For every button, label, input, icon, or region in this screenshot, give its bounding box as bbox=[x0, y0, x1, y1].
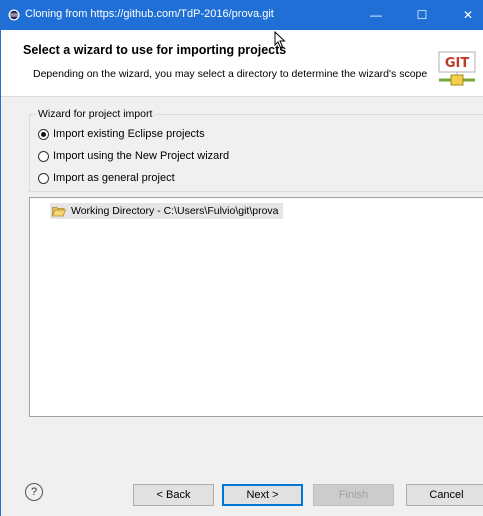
folder-open-icon bbox=[52, 206, 66, 216]
radio-import-new-project-wizard[interactable]: Import using the New Project wizard bbox=[38, 148, 229, 164]
back-button[interactable]: < Back bbox=[133, 484, 214, 506]
eclipse-icon bbox=[8, 9, 20, 21]
radio-import-general-project[interactable]: Import as general project bbox=[38, 170, 175, 186]
mouse-cursor-icon bbox=[274, 31, 286, 49]
group-legend: Wizard for project import bbox=[36, 108, 155, 120]
radio-label: Import existing Eclipse projects bbox=[53, 128, 205, 140]
tree-item-label: Working Directory - C:\Users\Fulvio\git\… bbox=[71, 205, 279, 217]
next-button[interactable]: Next > bbox=[222, 484, 303, 506]
wizard-dialog: Cloning from https://github.com/TdP-2016… bbox=[0, 0, 483, 516]
page-description: Depending on the wizard, you may select … bbox=[33, 68, 428, 80]
radio-label: Import as general project bbox=[53, 172, 175, 184]
wizard-header: Select a wizard to use for importing pro… bbox=[1, 30, 483, 97]
help-button[interactable]: ? bbox=[25, 483, 43, 501]
radio-button-selected[interactable] bbox=[38, 128, 49, 140]
minimize-button[interactable]: — bbox=[354, 0, 398, 30]
title-bar[interactable]: Cloning from https://github.com/TdP-2016… bbox=[1, 0, 483, 30]
wizard-options-group: Wizard for project import Import existin… bbox=[29, 108, 483, 192]
radio-button[interactable] bbox=[38, 172, 49, 184]
window-title: Cloning from https://github.com/TdP-2016… bbox=[25, 8, 274, 20]
close-button[interactable]: ✕ bbox=[446, 0, 483, 30]
radio-button[interactable] bbox=[38, 150, 49, 162]
radio-label: Import using the New Project wizard bbox=[53, 150, 230, 162]
cancel-button[interactable]: Cancel bbox=[406, 484, 483, 506]
finish-button[interactable]: Finish bbox=[313, 484, 394, 506]
git-logo-icon: GIT bbox=[438, 51, 476, 86]
maximize-button[interactable]: ☐ bbox=[400, 0, 444, 30]
tree-item-working-directory[interactable]: Working Directory - C:\Users\Fulvio\git\… bbox=[50, 203, 283, 219]
page-title: Select a wizard to use for importing pro… bbox=[23, 43, 287, 57]
radio-import-existing-projects[interactable]: Import existing Eclipse projects bbox=[38, 126, 205, 142]
git-logo-text: GIT bbox=[445, 56, 470, 71]
directory-tree[interactable]: Working Directory - C:\Users\Fulvio\git\… bbox=[29, 197, 483, 417]
